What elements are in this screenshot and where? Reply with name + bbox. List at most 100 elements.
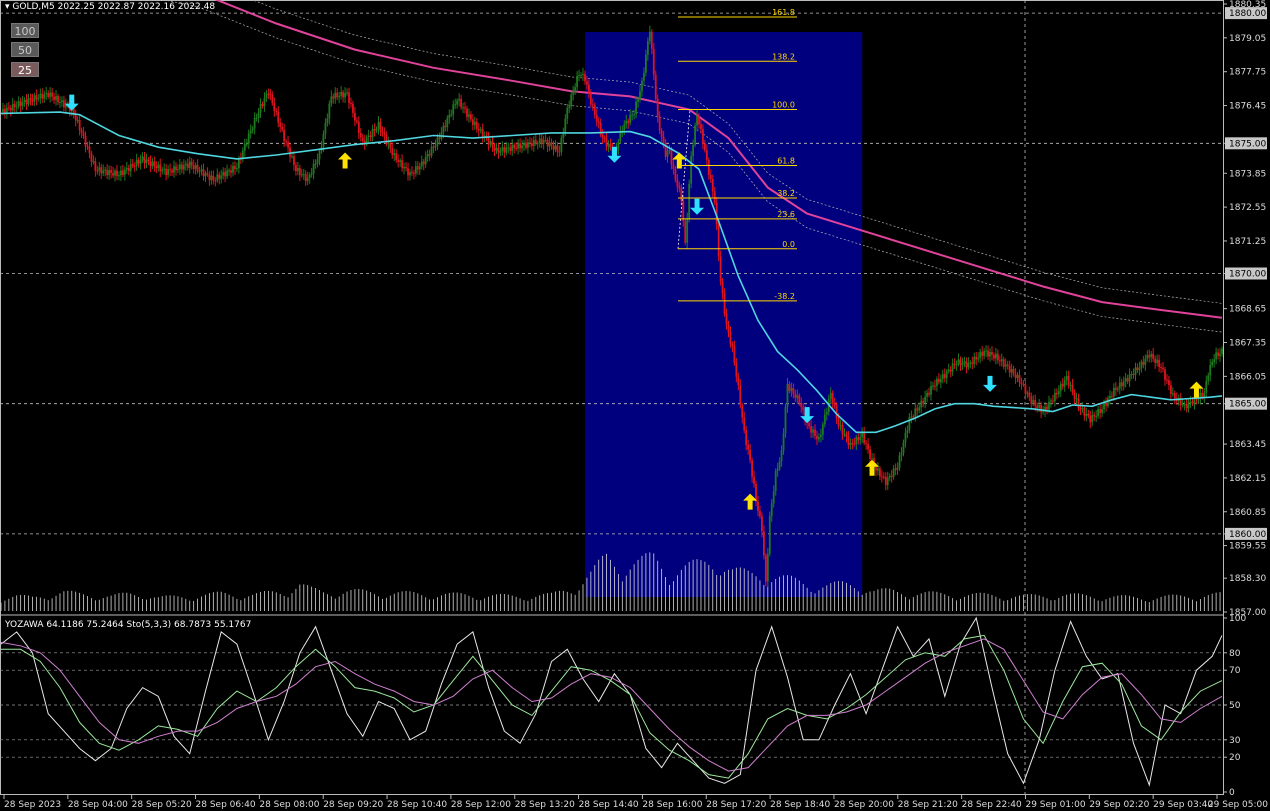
candle-body xyxy=(829,392,832,400)
collapse-triangle-icon[interactable]: ▾ xyxy=(5,2,10,12)
candle-body xyxy=(1046,406,1048,410)
candle-body xyxy=(348,92,350,104)
price-level-tag-label: 1865.00 xyxy=(1229,400,1266,410)
candle-body xyxy=(1173,393,1176,399)
price-axis: 1880.351879.051877.751876.451875.001873.… xyxy=(1223,0,1267,618)
candle-body xyxy=(458,98,461,101)
candle-body xyxy=(924,396,927,404)
price-tick-label: 1873.85 xyxy=(1229,169,1266,179)
time-tick-label: 28 Sep 10:40 xyxy=(387,800,447,810)
candle-body xyxy=(1075,398,1078,400)
candle-body xyxy=(1081,407,1084,410)
zoom-25-button[interactable]: 25 xyxy=(11,62,39,77)
candle-body xyxy=(1183,403,1186,405)
candle-body xyxy=(1002,359,1005,367)
candle-body xyxy=(495,147,498,151)
candle-body xyxy=(355,120,358,122)
candle-body xyxy=(908,417,911,431)
candle-body xyxy=(576,75,578,88)
candle-body xyxy=(210,175,213,181)
candle-body xyxy=(721,281,724,294)
candle-body xyxy=(1089,415,1092,423)
candle-body xyxy=(595,114,598,122)
gold-m5-chart[interactable]: 161.8 138.2 100.0 61.8 38.2 23.6 0.0 -38.2 1880.… xyxy=(0,0,1270,811)
candle-body xyxy=(591,104,594,106)
fib-level-label: 38.2 xyxy=(777,189,795,198)
candle-body xyxy=(1042,411,1044,413)
time-tick-label: 29 Sep 02:20 xyxy=(1089,800,1149,810)
candle-body xyxy=(143,156,146,164)
candle-body xyxy=(835,405,838,419)
candle-body xyxy=(1024,384,1027,394)
candle-body xyxy=(761,516,763,532)
candle-body xyxy=(1219,353,1221,356)
candle-body xyxy=(821,424,824,435)
candle-body xyxy=(279,122,282,127)
candle-body xyxy=(330,96,333,104)
candle-body xyxy=(27,98,30,105)
candle-body xyxy=(247,133,250,144)
candle-body xyxy=(149,161,152,167)
time-tick-label: 28 Sep 21:20 xyxy=(898,800,958,810)
candle-body xyxy=(346,92,348,94)
candle-body xyxy=(814,429,816,436)
candle-body xyxy=(1028,392,1031,397)
candle-body xyxy=(491,141,494,147)
candle-body xyxy=(98,167,101,171)
candle-body xyxy=(1221,348,1223,354)
candle-body xyxy=(192,165,195,169)
candle-body xyxy=(743,417,746,431)
candle-body xyxy=(527,142,529,148)
zoom-100-button[interactable]: 100 xyxy=(11,23,39,38)
candle-body xyxy=(894,468,897,470)
time-tick-label: 28 Sep 22:40 xyxy=(962,800,1022,810)
candle-body xyxy=(308,174,311,178)
candle-body xyxy=(49,92,52,97)
candle-body xyxy=(110,170,112,173)
candle-body xyxy=(438,137,441,139)
candle-body xyxy=(837,418,840,426)
candle-body xyxy=(733,346,736,363)
candle-body xyxy=(646,41,649,55)
time-tick-label: 28 Sep 13:20 xyxy=(515,800,575,810)
candle-body xyxy=(165,168,168,176)
candle-body xyxy=(21,101,24,107)
candle-body xyxy=(920,400,923,408)
candle-body xyxy=(786,384,789,407)
candle-body xyxy=(471,119,474,125)
price-tick-label: 1876.45 xyxy=(1229,102,1266,112)
candle-body xyxy=(1018,374,1021,383)
candle-body xyxy=(1014,374,1017,378)
candle-body xyxy=(1164,369,1166,380)
candle-body xyxy=(880,476,883,478)
candle-body xyxy=(926,392,928,397)
candle-body xyxy=(1091,414,1094,423)
candle-body xyxy=(668,150,671,152)
candle-body xyxy=(552,145,555,150)
candle-body xyxy=(1016,374,1019,378)
candle-body xyxy=(631,114,634,116)
candle-body xyxy=(473,121,476,125)
candle-body xyxy=(989,351,991,357)
candle-body xyxy=(625,120,628,125)
candle-body xyxy=(692,144,694,157)
candle-body xyxy=(1111,395,1113,397)
candle-body xyxy=(31,99,34,102)
candle-body xyxy=(414,166,417,174)
candle-body xyxy=(1171,393,1174,395)
candle-body xyxy=(1030,396,1033,404)
candle-body xyxy=(656,98,659,117)
candle-body xyxy=(690,156,693,184)
price-tick-label: 1863.45 xyxy=(1229,440,1266,450)
candle-body xyxy=(627,120,630,123)
candle-body xyxy=(29,98,32,100)
candle-body xyxy=(930,386,932,395)
candle-body xyxy=(367,135,370,138)
candle-body xyxy=(578,75,580,77)
candle-body xyxy=(102,170,105,174)
candle-body xyxy=(155,166,158,169)
candle-body xyxy=(35,95,38,100)
candle-body xyxy=(1065,375,1068,380)
zoom-50-button[interactable]: 50 xyxy=(11,42,39,57)
candle-body xyxy=(1048,401,1050,410)
